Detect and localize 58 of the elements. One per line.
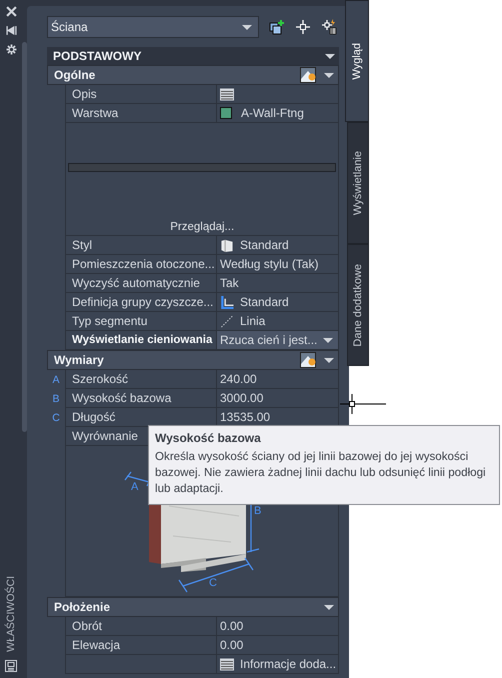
property-value: A-Wall-Ftng [241,106,304,120]
dimension-marker: A [52,374,60,386]
quick-style-icon[interactable] [300,352,316,368]
property-label: Szerokość [72,372,128,386]
tooltip-title: Wysokość bazowa [155,431,262,445]
properties-icon[interactable] [5,660,17,672]
side-tab[interactable]: Wyświetlanie [347,122,369,244]
property-label: Pomieszczenia otoczone... [72,257,215,271]
property-label: Wysokość bazowa [72,391,172,405]
property-label: Definicja grupy czyszcze... [72,295,214,309]
quick-select-icon[interactable] [321,19,337,35]
property-value: Standard [240,238,289,252]
category-header[interactable]: PODSTAWOWY [47,47,340,65]
property-label: Wyrównanie [72,429,138,443]
property-value: 0.00 [220,638,244,652]
tooltip-text: Określa wysokość ściany od jej linii bazowej do jej wysokości bazowej. Nie zawiera żadnej linii dachu lub odsunięć linii podłogi lub adaptacji. [155,449,487,498]
add-selection-icon[interactable] [269,19,285,35]
property-label: Wyczyść automatycznie [72,276,200,290]
line-segment-icon [220,314,234,328]
browse-button[interactable]: Przeglądaj... [166,221,238,233]
section-header[interactable]: Położenie [47,597,340,617]
property-value: 3000.00 [220,391,264,405]
side-tab[interactable]: Wygląd [345,0,369,122]
notes-icon[interactable] [220,88,234,100]
dimension-marker: B [52,392,60,404]
close-icon[interactable] [6,6,16,17]
shading-dropdown[interactable]: Rzuca cień i jest... [217,331,340,350]
object-type-dropdown[interactable]: Ściana [47,16,259,38]
property-value: 0.00 [220,619,244,633]
cleanup-group-icon [220,296,234,308]
info-link[interactable]: Informacje doda... [240,657,336,671]
property-label: Styl [72,238,92,252]
property-label: Typ segmentu [72,314,148,328]
quick-style-icon[interactable] [300,67,316,83]
select-objects-icon[interactable] [295,19,311,35]
property-label: Opis [72,87,97,101]
property-label: Wyświetlanie cieniowania [72,334,212,346]
style-icon [220,238,234,252]
collapse-icon[interactable] [6,25,16,36]
property-label: Długość [72,410,116,424]
settings-icon[interactable] [6,44,16,55]
side-tab[interactable]: Dane dodatkowe [347,244,369,366]
property-value: 13535.00 [220,410,270,424]
property-label: Elewacja [72,638,120,652]
property-value: Standard [240,295,289,309]
table-icon [220,658,234,670]
property-value: Tak [220,276,239,290]
section-header[interactable]: Ogólne [47,65,340,85]
scroll-thumb[interactable] [22,42,27,432]
property-value: 240.00 [220,372,257,386]
crosshair-cursor-icon [340,394,386,414]
property-label: Warstwa [72,106,118,120]
palette-title: WŁAŚCIWOŚCI [5,576,17,652]
dimension-marker: C [52,412,60,424]
property-value: Linia [240,314,266,328]
property-value: Według stylu (Tak) [220,257,318,271]
property-label: Obrót [72,619,102,633]
section-header[interactable]: Wymiary [47,350,340,370]
